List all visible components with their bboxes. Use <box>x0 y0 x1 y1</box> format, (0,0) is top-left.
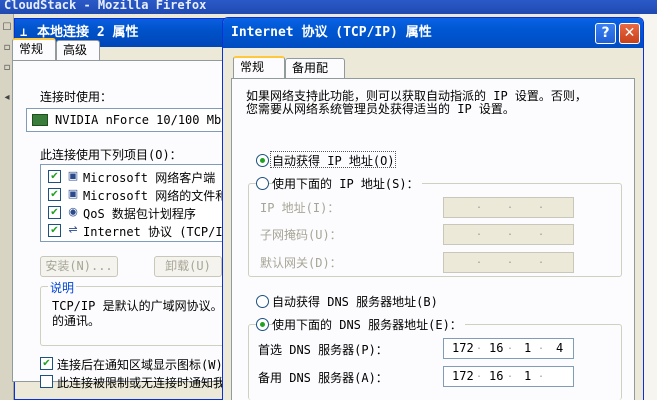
sidebar-icon[interactable]: ☐ <box>1 22 13 34</box>
preferred-dns-octet-4: 4 <box>556 341 564 355</box>
subnet-field[interactable]: ... <box>443 224 574 245</box>
item-checkbox[interactable]: ✔ <box>48 224 61 237</box>
file-share-icon: ▣ <box>67 187 79 200</box>
adapter-name: NVIDIA nForce 10/100 Mbps <box>55 113 236 127</box>
preferred-dns-field[interactable]: 172 . 16 . 1 . 4 <box>443 338 574 359</box>
tab-advanced[interactable]: 高级 <box>56 40 100 60</box>
components-list[interactable]: ✔ ▣ Microsoft 网络客户端 ✔ ▣ Microsoft 网络的文件和… <box>40 164 287 242</box>
browser-title-bar: CloudStack - Mozilla Firefox <box>0 0 657 14</box>
preferred-dns-octet-2: 16 <box>489 341 504 355</box>
dns-manual-label[interactable]: 使用下面的 DNS 服务器地址(E)： <box>272 316 465 333</box>
tcpip-dialog-title-bar[interactable]: Internet 协议 (TCP/IP) 属性 ? ✕ <box>223 18 643 48</box>
help-button[interactable]: ? <box>595 23 616 44</box>
show-icon-label[interactable]: 连接后在通知区域显示图标(W) <box>57 356 223 373</box>
notify-label[interactable]: 此连接被限制或无连接时通知我(M) <box>57 374 247 391</box>
network-adapter-icon <box>32 114 48 126</box>
uninstall-button[interactable]: 卸载(U) <box>154 256 222 277</box>
protocol-icon: ⇌ <box>68 223 78 236</box>
ip-auto-radio[interactable] <box>256 154 269 167</box>
intro-line-2: 您需要从网络系统管理员处获得适当的 IP 设置。 <box>246 102 515 116</box>
ip-auto-label[interactable]: 自动获得 IP 地址(O) <box>272 152 395 169</box>
notify-checkbox[interactable] <box>40 375 53 388</box>
description-text-2: 的通讯。 <box>52 314 101 328</box>
item-checkbox[interactable]: ✔ <box>48 170 61 183</box>
alternate-dns-label: 备用 DNS 服务器(A)： <box>258 371 388 385</box>
preferred-dns-label: 首选 DNS 服务器(P)： <box>258 343 388 357</box>
show-icon-checkbox[interactable]: ✔ <box>40 357 53 370</box>
preferred-dns-octet-1: 172 <box>452 341 474 355</box>
items-label: 此连接使用下列项目(O)： <box>40 148 182 162</box>
dns-group <box>248 324 622 400</box>
dns-manual-radio[interactable] <box>256 318 269 331</box>
tab-general[interactable]: 常规 <box>12 38 56 60</box>
preferred-dns-octet-3: 1 <box>524 341 532 355</box>
network-connection-icon: ⊥ <box>20 25 28 39</box>
install-button[interactable]: 安装(N)... <box>40 256 118 277</box>
tab-general[interactable]: 常规 <box>233 56 285 78</box>
network-client-icon: ▣ <box>67 169 79 182</box>
browser-title: CloudStack - Mozilla Firefox <box>4 0 207 12</box>
alternate-dns-octet-2: 16 <box>489 369 504 383</box>
list-item[interactable]: QoS 数据包计划程序 <box>83 205 196 222</box>
connect-using-label: 连接时使用： <box>40 90 113 104</box>
alternate-dns-field[interactable]: 172 . 16 . 1 . <box>443 366 574 387</box>
subnet-label: 子网掩码(U)： <box>260 228 342 242</box>
close-button[interactable]: ✕ <box>619 23 640 44</box>
dns-auto-radio[interactable] <box>256 295 269 308</box>
tab-alternate-config[interactable]: 备用配置 <box>285 58 345 93</box>
item-checkbox[interactable]: ✔ <box>48 188 61 201</box>
qos-icon: ◉ <box>68 205 78 218</box>
tcpip-dialog-title: Internet 协议 (TCP/IP) 属性 <box>231 25 432 40</box>
description-legend: 说明 <box>48 279 77 296</box>
adapter-field: NVIDIA nForce 10/100 Mbps <box>26 108 236 132</box>
ip-manual-radio[interactable] <box>256 177 269 190</box>
ip-address-field[interactable]: ... <box>443 197 574 218</box>
list-item[interactable]: Internet 协议 (TCP/IP) <box>83 223 237 240</box>
alternate-dns-octet-1: 172 <box>452 369 474 383</box>
ip-address-label: IP 地址(I)： <box>260 201 340 215</box>
item-checkbox[interactable]: ✔ <box>48 206 61 219</box>
alternate-dns-octet-3: 1 <box>524 369 532 383</box>
dns-auto-label[interactable]: 自动获得 DNS 服务器地址(B) <box>272 293 438 310</box>
ip-manual-label[interactable]: 使用下面的 IP 地址(S)： <box>272 175 422 192</box>
list-item[interactable]: Microsoft 网络客户端 <box>83 169 215 186</box>
gateway-label: 默认网关(D)： <box>260 256 342 270</box>
gateway-field[interactable]: ... <box>443 252 574 273</box>
